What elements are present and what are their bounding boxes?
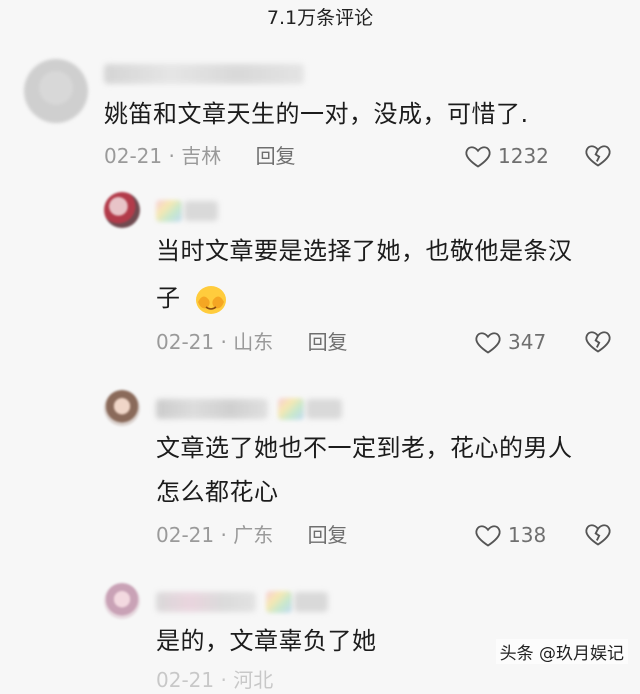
reply-button[interactable]: 回复 bbox=[308, 523, 348, 547]
comment-date: 02-21 bbox=[104, 144, 163, 168]
username-blurred[interactable] bbox=[104, 64, 304, 84]
like-count: 138 bbox=[508, 523, 547, 547]
like-button[interactable]: 1232 bbox=[464, 141, 549, 171]
rainbow-badge-icon bbox=[278, 398, 304, 420]
comment-date: 02-21 bbox=[156, 330, 215, 354]
avatar[interactable] bbox=[104, 390, 140, 426]
comment-location: 广东 bbox=[233, 523, 274, 547]
username-blurred[interactable] bbox=[156, 399, 268, 419]
username-blurred[interactable] bbox=[294, 592, 328, 612]
comment-date: 02-21 bbox=[156, 668, 215, 692]
broken-heart-icon[interactable] bbox=[584, 141, 612, 169]
comments-count-title: 7.1万条评论 bbox=[266, 7, 374, 29]
heart-outline-icon bbox=[475, 332, 501, 354]
comment-meta: 02-21 · 吉林 回复 bbox=[104, 144, 296, 168]
reply-button[interactable]: 回复 bbox=[308, 330, 348, 354]
heart-outline-icon bbox=[475, 525, 501, 547]
comment-meta: 02-21 · 河北 bbox=[156, 668, 274, 692]
comment-location: 吉林 bbox=[181, 144, 222, 168]
comment-text-line: 文章选了她也不一定到老，花心的男人 bbox=[156, 434, 573, 462]
heart-outline-icon bbox=[465, 146, 491, 168]
like-count: 347 bbox=[508, 330, 547, 354]
comment-text-line: 当时文章要是选择了她，也敬他是条汉 bbox=[156, 237, 573, 265]
comment-meta: 02-21 · 山东 回复 bbox=[156, 330, 348, 354]
comment-text-line: 怎么都花心 bbox=[156, 478, 279, 506]
watermark: 头条 @玖月娱记 bbox=[495, 639, 628, 664]
broken-heart-icon[interactable] bbox=[584, 327, 612, 355]
like-button[interactable]: 347 bbox=[474, 327, 546, 357]
like-count: 1232 bbox=[498, 144, 549, 168]
comment-location: 河北 bbox=[233, 668, 274, 692]
comment-location: 山东 bbox=[233, 330, 274, 354]
broken-heart-icon[interactable] bbox=[584, 520, 612, 548]
avatar[interactable] bbox=[104, 583, 140, 619]
username-blurred[interactable] bbox=[184, 201, 218, 221]
comment-text-line2: 子 bbox=[156, 284, 181, 312]
comment-text: 是的，文章辜负了她 bbox=[156, 627, 377, 655]
avatar[interactable] bbox=[104, 192, 140, 228]
avatar[interactable] bbox=[24, 59, 88, 123]
username-blurred[interactable] bbox=[156, 592, 256, 612]
comment-meta: 02-21 · 广东 回复 bbox=[156, 523, 348, 547]
like-button[interactable]: 138 bbox=[474, 520, 546, 550]
comment-date: 02-21 bbox=[156, 523, 215, 547]
comment-text-line: 子 bbox=[156, 277, 229, 319]
rainbow-badge-icon bbox=[156, 200, 182, 222]
username-blurred[interactable] bbox=[306, 399, 342, 419]
comment-text: 姚笛和文章天生的一对，没成，可惜了. bbox=[104, 100, 529, 128]
reply-button[interactable]: 回复 bbox=[256, 144, 296, 168]
rainbow-badge-icon bbox=[266, 591, 292, 613]
covering-face-emoji bbox=[195, 286, 226, 314]
